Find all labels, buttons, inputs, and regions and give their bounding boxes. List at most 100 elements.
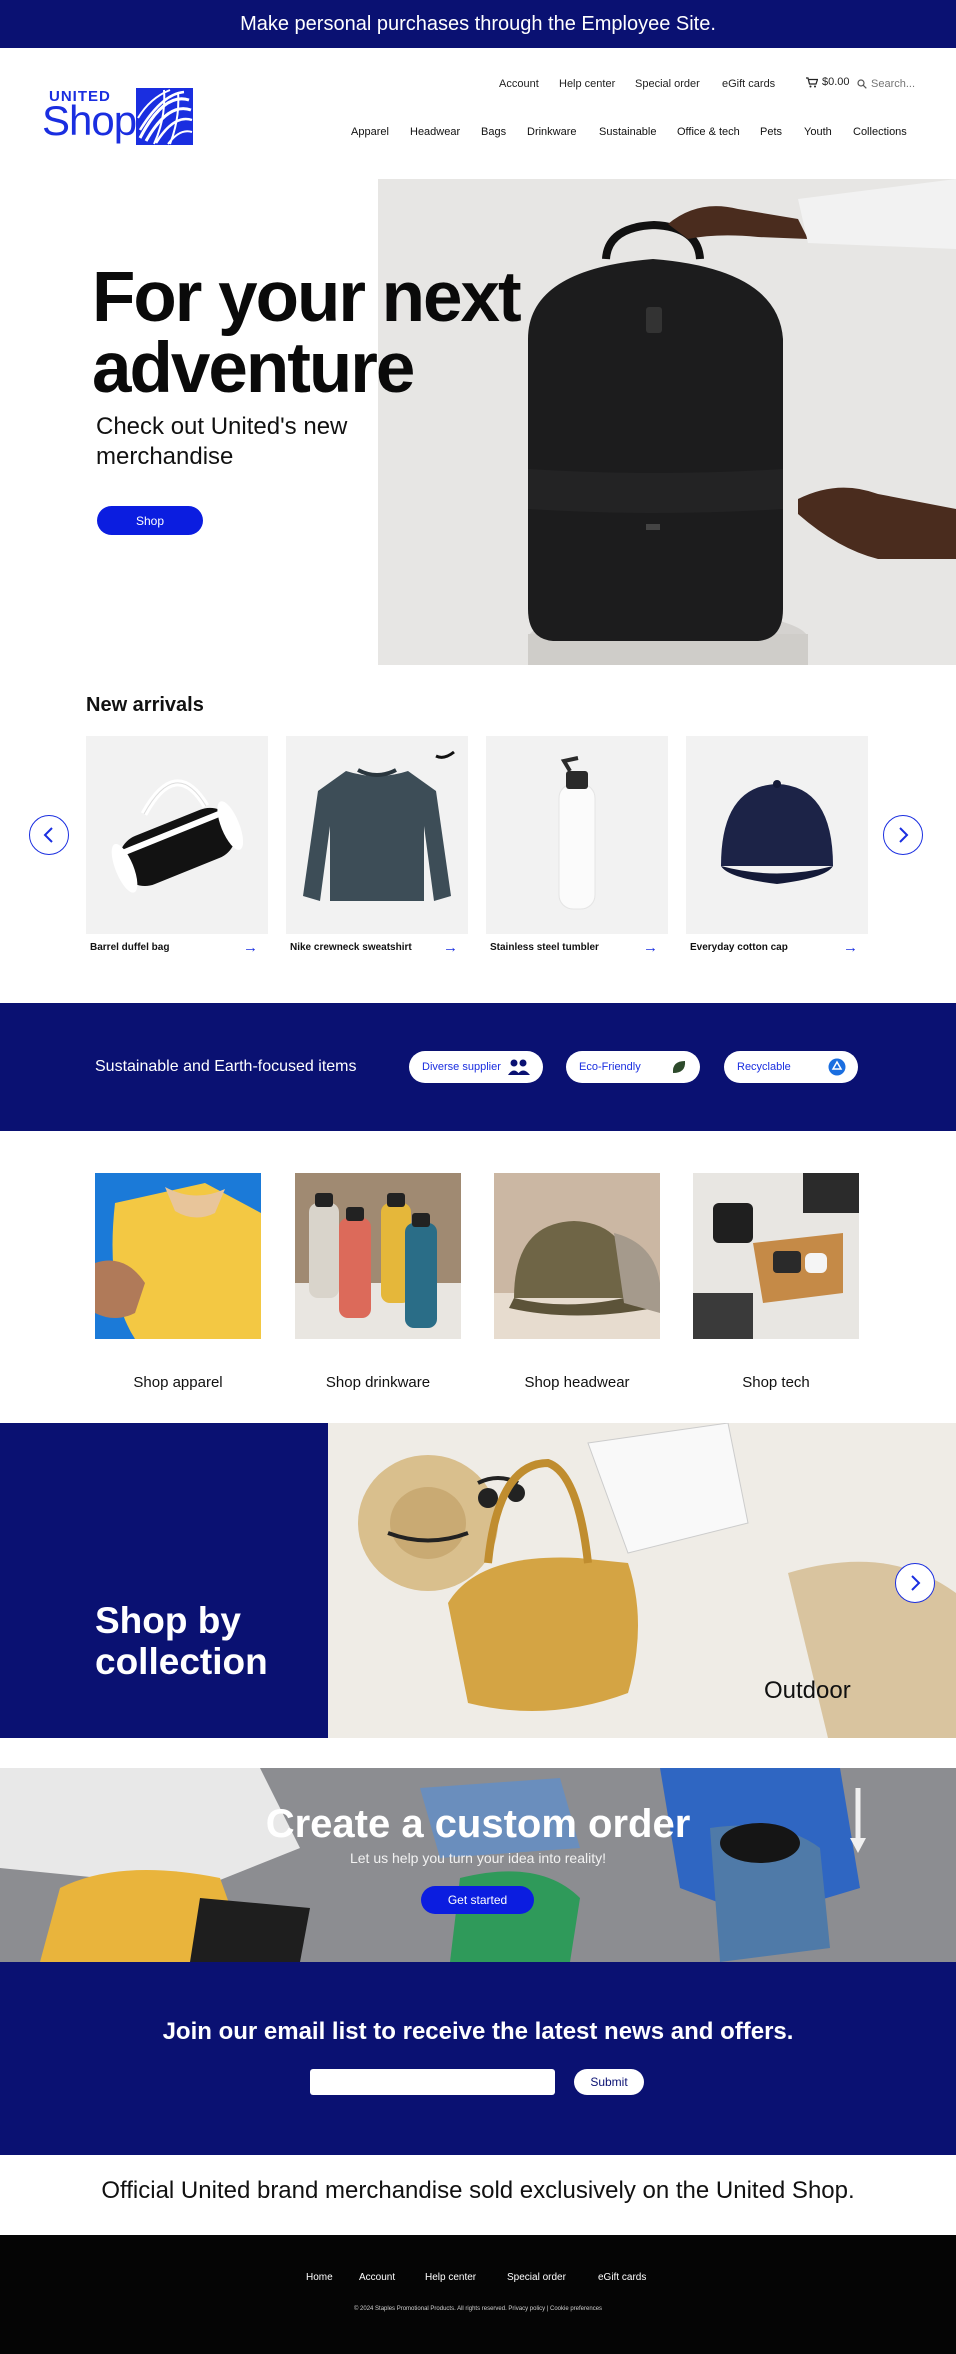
search-input[interactable] — [871, 78, 921, 90]
recycle-icon — [828, 1058, 846, 1076]
arrow-right-icon[interactable]: → — [243, 939, 258, 956]
category-label[interactable]: Shop tech — [693, 1374, 859, 1391]
search-box[interactable] — [857, 78, 921, 90]
product-card-tumbler[interactable]: Stainless steel tumbler → — [486, 736, 668, 956]
nav-collections[interactable]: Collections — [853, 126, 907, 138]
footer-link-special-order[interactable]: Special order — [507, 2272, 566, 2283]
collection-panel: Shop by collection — [0, 1423, 328, 1738]
cart-icon — [806, 76, 818, 87]
duffel-bag-image — [86, 736, 268, 934]
sustainable-title: Sustainable and Earth-focused items — [95, 1058, 357, 1075]
product-card-cap[interactable]: Everyday cotton cap → — [686, 736, 868, 956]
brand-tagline: Official United brand merchandise sold e… — [101, 2177, 855, 2204]
promo-banner[interactable]: Make personal purchases through the Empl… — [0, 0, 956, 48]
custom-order-section: Create a custom order Let us help you tu… — [0, 1768, 956, 1962]
pill-recyclable[interactable]: Recyclable — [724, 1051, 858, 1083]
product-name[interactable]: Barrel duffel bag — [90, 942, 169, 953]
sweatshirt-image — [286, 736, 468, 934]
arrow-right-icon[interactable]: → — [443, 939, 458, 956]
pill-label: Recyclable — [737, 1061, 791, 1073]
hero-shop-button[interactable]: Shop — [97, 506, 203, 535]
util-link-egift-cards[interactable]: eGift cards — [722, 78, 775, 90]
sustainable-band: Sustainable and Earth-focused items Dive… — [0, 1003, 956, 1131]
product-name[interactable]: Nike crewneck sweatshirt — [290, 942, 412, 953]
category-apparel[interactable]: Shop apparel — [95, 1173, 261, 1391]
hero-title: For your next adventure — [92, 262, 572, 404]
footer-link-home[interactable]: Home — [306, 2272, 333, 2283]
leaf-icon — [672, 1061, 686, 1073]
headwear-image — [494, 1173, 660, 1339]
tumbler-image — [486, 736, 668, 934]
product-name[interactable]: Stainless steel tumbler — [490, 942, 599, 953]
chevron-left-icon — [43, 827, 53, 843]
collection-next-button[interactable] — [895, 1563, 935, 1603]
carousel-prev-button[interactable] — [29, 815, 69, 855]
nav-youth[interactable]: Youth — [804, 126, 832, 138]
people-icon — [508, 1059, 530, 1075]
collection-caption[interactable]: Outdoor — [764, 1677, 851, 1705]
category-drinkware[interactable]: Shop drinkware — [295, 1173, 461, 1391]
footer-link-account[interactable]: Account — [359, 2272, 395, 2283]
email-input[interactable] — [310, 2069, 555, 2095]
category-tech[interactable]: Shop tech — [693, 1173, 859, 1391]
collection-title-line1: Shop by — [95, 1600, 241, 1641]
email-submit-button[interactable]: Submit — [574, 2069, 644, 2095]
cart-total: $0.00 — [822, 76, 850, 88]
nav-drinkware[interactable]: Drinkware — [527, 126, 577, 138]
pill-label: Diverse supplier — [422, 1061, 501, 1073]
nav-sustainable[interactable]: Sustainable — [599, 126, 657, 138]
product-card-duffel[interactable]: Barrel duffel bag → — [86, 736, 268, 956]
pill-label: Eco-Friendly — [579, 1061, 641, 1073]
site-footer: Home Account Help center Special order e… — [0, 2235, 956, 2354]
product-card-sweatshirt[interactable]: Nike crewneck sweatshirt → — [286, 736, 468, 956]
util-link-account[interactable]: Account — [499, 78, 539, 90]
arrow-right-icon[interactable]: → — [643, 939, 658, 956]
new-arrivals-title: New arrivals — [86, 694, 204, 716]
category-label[interactable]: Shop drinkware — [295, 1374, 461, 1391]
promo-text[interactable]: Make personal purchases through the Empl… — [240, 13, 716, 36]
hero-subtitle-line2: merchandise — [96, 443, 234, 470]
hero-section: For your next adventure Check out United… — [0, 179, 956, 665]
get-started-button[interactable]: Get started — [421, 1886, 534, 1914]
hero-title-line1: For your next — [92, 258, 522, 337]
nav-apparel[interactable]: Apparel — [351, 126, 389, 138]
category-label[interactable]: Shop apparel — [95, 1374, 261, 1391]
nav-bags[interactable]: Bags — [481, 126, 506, 138]
cap-image — [686, 736, 868, 934]
product-name[interactable]: Everyday cotton cap — [690, 942, 788, 953]
chevron-right-icon — [899, 827, 909, 843]
drinkware-image — [295, 1173, 461, 1339]
apparel-image — [95, 1173, 261, 1339]
copyright-text: © 2024 Staples Promotional Products. All… — [353, 2306, 603, 2312]
util-link-help-center[interactable]: Help center — [559, 78, 615, 90]
pill-diverse-supplier[interactable]: Diverse supplier — [409, 1051, 543, 1083]
collection-section: Shop by collection Outdoor — [0, 1423, 956, 1738]
pill-eco-friendly[interactable]: Eco-Friendly — [566, 1051, 700, 1083]
custom-order-subtitle: Let us help you turn your idea into real… — [349, 1850, 607, 1866]
site-header: UNITED Shop Account Help center Special … — [0, 48, 956, 179]
cart-button[interactable]: $0.00 — [806, 76, 850, 88]
nav-pets[interactable]: Pets — [760, 126, 782, 138]
nav-office-tech[interactable]: Office & tech — [677, 126, 740, 138]
footer-link-egift-cards[interactable]: eGift cards — [598, 2272, 646, 2283]
footer-link-help-center[interactable]: Help center — [425, 2272, 476, 2283]
arrow-right-icon[interactable]: → — [843, 939, 858, 956]
hero-backpack-image — [378, 179, 956, 665]
collection-outdoor-image[interactable] — [328, 1423, 956, 1738]
tech-image — [693, 1173, 859, 1339]
category-label[interactable]: Shop headwear — [494, 1374, 660, 1391]
email-signup-title: Join our email list to receive the lates… — [162, 2018, 794, 2045]
carousel-next-button[interactable] — [883, 815, 923, 855]
search-icon — [857, 79, 867, 89]
category-headwear[interactable]: Shop headwear — [494, 1173, 660, 1391]
logo-shop-text: Shop — [42, 97, 137, 144]
custom-order-title: Create a custom order — [265, 1802, 691, 1846]
backpack-illustration — [378, 179, 956, 665]
util-link-special-order[interactable]: Special order — [635, 78, 700, 90]
nav-headwear[interactable]: Headwear — [410, 126, 460, 138]
hero-subtitle-line1: Check out United's new — [96, 413, 348, 440]
collection-title-line2: collection — [95, 1641, 268, 1682]
collection-title: Shop by collection — [95, 1600, 268, 1682]
hero-title-line2: adventure — [92, 329, 415, 408]
email-signup-section: Join our email list to receive the lates… — [0, 1962, 956, 2155]
